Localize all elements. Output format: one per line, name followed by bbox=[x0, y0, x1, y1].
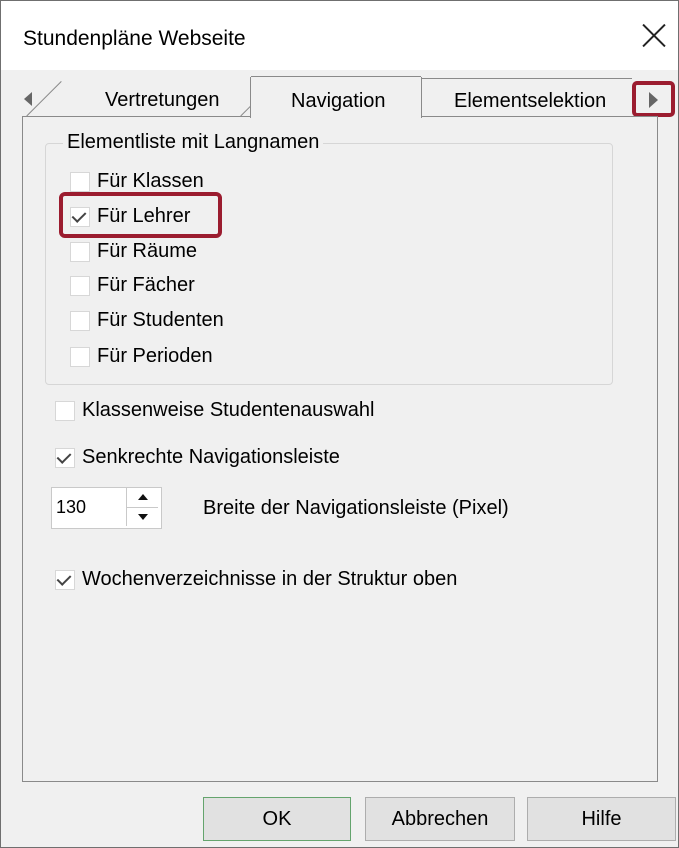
checkbox-row-wochenverzeichnisse[interactable]: Wochenverzeichnisse in der Struktur oben bbox=[55, 568, 457, 591]
tab-navigation[interactable]: Navigation bbox=[250, 76, 422, 118]
checkbox-row-faecher[interactable]: Für Fächer bbox=[70, 274, 195, 297]
checkbox-label-raeume: Für Räume bbox=[97, 240, 198, 262]
tab-scroll-left-icon[interactable] bbox=[24, 92, 32, 106]
navigation-width-label: Breite der Navigationsleiste (Pixel) bbox=[203, 497, 509, 519]
checkbox-label-faecher: Für Fächer bbox=[97, 274, 195, 296]
checkbox-row-klassen[interactable]: Für Klassen bbox=[70, 170, 204, 193]
check-icon[interactable] bbox=[55, 569, 75, 590]
stepper-buttons[interactable] bbox=[126, 488, 158, 526]
checkbox-studenten[interactable] bbox=[70, 310, 90, 331]
checkbox-klassen[interactable] bbox=[70, 171, 90, 192]
spin-down-icon[interactable] bbox=[127, 508, 158, 526]
checkbox-label-senkrechte-navigation: Senkrechte Navigationsleiste bbox=[82, 446, 340, 468]
spin-up-icon[interactable] bbox=[127, 488, 158, 508]
tab-elementselektion-label: Elementselektion bbox=[454, 90, 607, 112]
cancel-button[interactable]: Abbrechen bbox=[365, 797, 515, 841]
checkbox-label-perioden: Für Perioden bbox=[97, 345, 213, 367]
checkbox-perioden[interactable] bbox=[70, 346, 90, 367]
ok-button[interactable]: OK bbox=[203, 797, 351, 841]
checkbox-row-raeume[interactable]: Für Räume bbox=[70, 240, 197, 263]
close-icon[interactable] bbox=[639, 21, 669, 51]
checkbox-row-senkrechte-navigation[interactable]: Senkrechte Navigationsleiste bbox=[55, 446, 340, 469]
checkbox-faecher[interactable] bbox=[70, 275, 90, 296]
check-icon[interactable] bbox=[55, 447, 75, 468]
title-bar: Stundenpläne Webseite bbox=[1, 1, 678, 70]
highlight-box-lehrer bbox=[59, 192, 222, 238]
checkbox-row-studentenauswahl[interactable]: Klassenweise Studentenauswahl bbox=[55, 399, 374, 422]
dialog-window: Stundenpläne Webseite Vertretungen Eleme… bbox=[0, 0, 679, 848]
window-title: Stundenpläne Webseite bbox=[23, 27, 246, 50]
checkbox-studentenauswahl[interactable] bbox=[55, 400, 75, 421]
group-label: Elementliste mit Langnamen bbox=[63, 131, 324, 154]
tab-vertretungen[interactable]: Vertretungen bbox=[47, 78, 263, 116]
tab-navigation-label: Navigation bbox=[291, 90, 386, 112]
checkbox-label-wochenverzeichnisse: Wochenverzeichnisse in der Struktur oben bbox=[82, 568, 458, 590]
checkbox-label-studentenauswahl: Klassenweise Studentenauswahl bbox=[82, 399, 375, 421]
checkbox-label-klassen: Für Klassen bbox=[97, 170, 204, 192]
navigation-width-input[interactable] bbox=[53, 489, 124, 525]
tab-vertretungen-label: Vertretungen bbox=[105, 89, 220, 111]
checkbox-label-studenten: Für Studenten bbox=[97, 309, 224, 331]
checkbox-row-studenten[interactable]: Für Studenten bbox=[70, 309, 224, 332]
checkbox-raeume[interactable] bbox=[70, 241, 90, 262]
highlight-box-tab-scroll bbox=[632, 81, 675, 117]
help-button[interactable]: Hilfe bbox=[527, 797, 676, 841]
tab-elementselektion[interactable]: Elementselektion bbox=[422, 78, 632, 117]
checkbox-row-perioden[interactable]: Für Perioden bbox=[70, 345, 213, 368]
